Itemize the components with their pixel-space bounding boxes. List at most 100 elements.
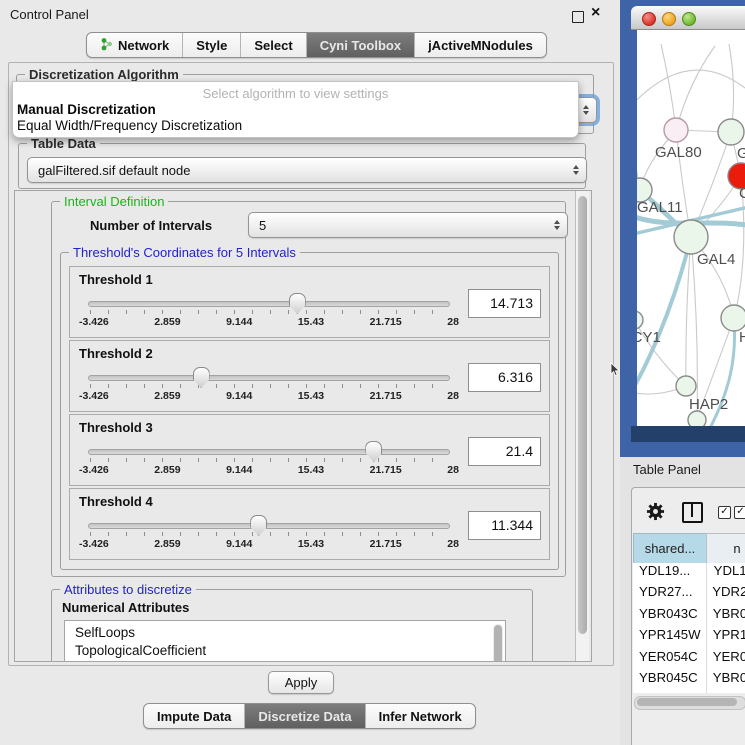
float-panel-icon[interactable] (572, 11, 584, 23)
slider-track[interactable] (88, 523, 450, 529)
combo-stepper-icon (554, 220, 560, 230)
table-row[interactable]: YBR043CYBR0 (633, 606, 745, 627)
select-none-checkbox-icon[interactable]: ✓ (734, 506, 745, 519)
table-row[interactable]: YDR27...YDR2 (633, 584, 745, 605)
tab-network[interactable]: Network (87, 33, 183, 57)
table-panel-title: Table Panel (633, 462, 701, 477)
table-panel: Table Panel ✓ ✓ shared... n (620, 457, 745, 745)
slider-tick-labels: -3.4262.8599.14415.4321.71528 (79, 390, 459, 402)
list-item-topologicalcoefficient[interactable]: TopologicalCoefficient (75, 642, 505, 660)
node-table: ✓ ✓ shared... n YDL19...YDL1 YDR27...YDR… (631, 487, 745, 745)
interval-definition-group: Interval Definition Number of Intervals … (51, 201, 566, 577)
node-h[interactable] (721, 305, 745, 331)
list-scrollbar[interactable] (493, 624, 503, 662)
threshold-4-slider[interactable]: -3.4262.8599.14415.4321.71528 (88, 515, 454, 557)
threshold-3-value-field[interactable]: 21.4 (468, 437, 541, 466)
threshold-3-slider[interactable]: -3.4262.8599.14415.4321.71528 (88, 441, 454, 483)
node-bottom[interactable] (688, 411, 706, 426)
table-rows: YDL19...YDL1 YDR27...YDR2 YBR043CYBR0 YP… (633, 563, 745, 693)
popup-option-manual-discretization[interactable]: Manual Discretization (17, 102, 156, 117)
threshold-2-panel: Threshold 2 -3.4262.8599.14415.4321.7152… (69, 340, 550, 412)
select-all-checkbox-icon[interactable]: ✓ (718, 506, 731, 519)
svg-text:HAP2: HAP2 (689, 396, 728, 413)
settings-vertical-scrollbar[interactable] (575, 191, 589, 661)
list-item-betweennesscentrality[interactable]: BetweennessCentrality (75, 660, 505, 662)
network-graph[interactable]: GAL80 GAL11 GAL4 GCY1 HAP2 G C H (637, 30, 745, 426)
attributes-group: Attributes to discretize Numerical Attri… (51, 589, 533, 662)
network-tab-icon (100, 37, 113, 54)
algorithm-dropdown-popup: Select algorithm to view settings Manual… (12, 81, 579, 138)
threshold-1-slider[interactable]: -3.4262.8599.14415.4321.71528 (88, 293, 454, 335)
network-window-bottom-frame (631, 426, 745, 442)
column-header-name[interactable]: n (706, 533, 745, 564)
tab-cyni-toolbox[interactable]: Cyni Toolbox (307, 33, 415, 57)
tab-impute-data[interactable]: Impute Data (144, 704, 245, 728)
node-green-top[interactable] (718, 119, 744, 145)
application-window: Control Panel × Network Style Select Cyn… (0, 0, 745, 745)
table-row[interactable]: YBL079WYBL0 (633, 691, 745, 693)
numerical-attributes-list[interactable]: SelfLoops TopologicalCoefficient Between… (64, 620, 506, 662)
svg-text:GCY1: GCY1 (637, 329, 661, 346)
node-gal4[interactable] (674, 220, 708, 254)
numerical-attributes-label: Numerical Attributes (62, 600, 189, 615)
slider-ticks (90, 384, 450, 388)
combo-stepper-icon (583, 105, 589, 115)
svg-text:GAL4: GAL4 (697, 251, 735, 268)
table-row[interactable]: YER054CYER0 (633, 649, 745, 670)
svg-text:C: C (739, 185, 745, 202)
popup-placeholder: Select algorithm to view settings (13, 86, 578, 101)
threshold-label: Threshold 4 (79, 494, 153, 509)
group-title: Attributes to discretize (60, 582, 196, 597)
svg-text:H: H (739, 329, 745, 346)
table-horizontal-scrollbar[interactable] (634, 696, 745, 710)
slider-track[interactable] (88, 301, 450, 307)
threshold-1-panel: Threshold 1 -3.4262.8599.14415.4321.7152… (69, 266, 550, 338)
slider-track[interactable] (88, 449, 450, 455)
tab-discretize-data[interactable]: Discretize Data (245, 704, 365, 728)
tab-select[interactable]: Select (241, 33, 306, 57)
slider-track[interactable] (88, 375, 450, 381)
table-settings-gear-icon[interactable] (646, 502, 665, 521)
apply-button[interactable]: Apply (268, 671, 334, 694)
threshold-4-value-field[interactable]: 11.344 (468, 511, 541, 540)
combo-stepper-icon (573, 165, 579, 175)
network-window-titlebar[interactable] (631, 6, 745, 30)
threshold-4-panel: Threshold 4 -3.4262.8599.14415.4321.7152… (69, 488, 550, 560)
column-panel-icon[interactable] (682, 502, 703, 523)
node-pink[interactable] (664, 118, 688, 142)
close-panel-icon[interactable]: × (591, 4, 600, 22)
tab-infer-network[interactable]: Infer Network (366, 704, 475, 728)
threshold-label: Threshold 2 (79, 346, 153, 361)
node-gcy1[interactable] (637, 311, 643, 329)
table-row[interactable]: YBR045CYBR0 (633, 670, 745, 691)
slider-ticks (90, 532, 450, 536)
popup-option-equal-width[interactable]: Equal Width/Frequency Discretization (17, 118, 242, 133)
group-title: Interval Definition (60, 194, 168, 209)
slider-tick-labels: -3.4262.8599.14415.4321.71528 (79, 464, 459, 476)
thresholds-group: Threshold's Coordinates for 5 Intervals … (60, 252, 559, 570)
group-title: Table Data (27, 136, 100, 151)
threshold-2-slider[interactable]: -3.4262.8599.14415.4321.71528 (88, 367, 454, 409)
table-data-value: galFiltered.sif default node (38, 163, 190, 178)
close-window-icon[interactable] (642, 12, 656, 26)
table-data-combobox[interactable]: galFiltered.sif default node (27, 157, 587, 183)
list-item-selfloops[interactable]: SelfLoops (75, 624, 505, 642)
number-of-intervals-combobox[interactable]: 5 (248, 212, 568, 238)
svg-text:GAL11: GAL11 (637, 199, 683, 216)
svg-text:GAL80: GAL80 (655, 144, 702, 161)
network-canvas[interactable]: GAL80 GAL11 GAL4 GCY1 HAP2 G C H (637, 30, 745, 426)
threshold-2-value-field[interactable]: 6.316 (468, 363, 541, 392)
minimize-window-icon[interactable] (662, 12, 676, 26)
table-row[interactable]: YDL19...YDL1 (633, 563, 745, 584)
slider-tick-labels: -3.4262.8599.14415.4321.71528 (79, 538, 459, 550)
column-header-shared-name[interactable]: shared... (633, 533, 707, 564)
threshold-3-panel: Threshold 3 -3.4262.8599.14415.4321.7152… (69, 414, 550, 486)
slider-ticks (90, 458, 450, 462)
zoom-window-icon[interactable] (682, 12, 696, 26)
table-row[interactable]: YPR145WYPR1 (633, 627, 745, 648)
node-hap2[interactable] (676, 376, 696, 396)
tab-jactivemnodules[interactable]: jActiveMNodules (415, 33, 546, 57)
threshold-1-value-field[interactable]: 14.713 (468, 289, 541, 318)
cyni-bottom-tabs: Impute Data Discretize Data Infer Networ… (143, 703, 476, 729)
tab-style[interactable]: Style (183, 33, 241, 57)
